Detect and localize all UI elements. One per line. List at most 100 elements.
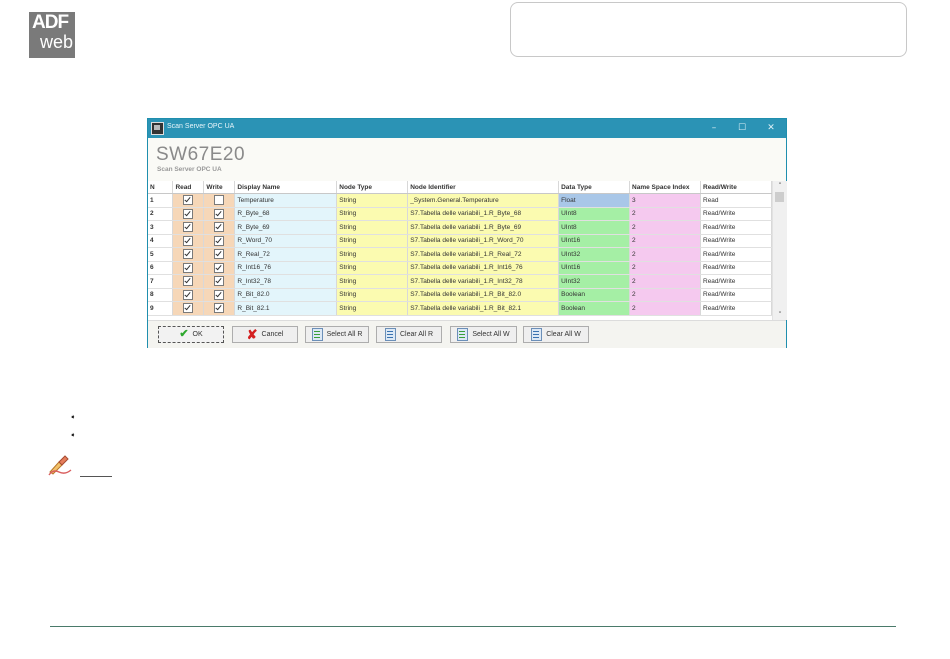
name-space-index-cell[interactable]: 2 (629, 207, 701, 221)
write-cell[interactable] (203, 207, 236, 221)
display-name-cell[interactable]: Temperature (234, 193, 338, 208)
node-identifier-cell[interactable]: S7.Tabella delle variabili_1.R_Int32_78 (407, 274, 560, 289)
select-all-w-button[interactable]: Select All W (450, 326, 517, 343)
read-write-cell[interactable]: Read/Write (700, 288, 772, 302)
read-write-cell[interactable]: Read/Write (700, 207, 772, 221)
read-checkbox[interactable] (183, 249, 194, 260)
node-identifier-cell[interactable]: S7.Tabella delle variabili_1.R_Bit_82.1 (407, 301, 560, 316)
data-type-cell[interactable]: UInt8 (558, 220, 631, 235)
name-space-index-cell[interactable]: 3 (629, 193, 701, 208)
write-checkbox[interactable] (214, 208, 225, 219)
col-header-read[interactable]: Read (172, 181, 205, 194)
read-checkbox[interactable] (183, 195, 194, 206)
name-space-index-cell[interactable]: 2 (629, 247, 701, 262)
read-cell[interactable] (172, 301, 205, 316)
data-type-cell[interactable]: UInt8 (558, 207, 631, 221)
read-write-cell[interactable]: Read (700, 193, 772, 208)
read-write-cell[interactable]: Read/Write (700, 234, 772, 248)
write-cell[interactable] (203, 288, 236, 302)
clear-all-w-button[interactable]: Clear All W (523, 326, 589, 343)
scroll-up-arrow-icon[interactable]: ˄ (773, 181, 787, 191)
table-row[interactable]: 7 R_Int32_78 String S7.Tabella delle variab… (148, 274, 772, 289)
data-type-cell[interactable]: Float (558, 193, 631, 208)
read-write-cell[interactable]: Read/Write (700, 274, 772, 289)
table-row[interactable]: 3 R_Byte_69 String S7.Tabella delle variabi… (148, 220, 772, 235)
read-write-cell[interactable]: Read/Write (700, 220, 772, 235)
read-checkbox[interactable] (183, 289, 194, 300)
node-type-cell[interactable]: String (336, 234, 409, 248)
row-number[interactable]: 3 (148, 220, 174, 235)
col-header-write[interactable]: Write (203, 181, 236, 194)
name-space-index-cell[interactable]: 2 (629, 288, 701, 302)
col-header-name-space-index[interactable]: Name Space Index (629, 181, 701, 194)
node-type-cell[interactable]: String (336, 207, 409, 221)
name-space-index-cell[interactable]: 2 (629, 301, 701, 316)
display-name-cell[interactable]: R_Int32_78 (234, 274, 338, 289)
write-cell[interactable] (203, 234, 236, 248)
display-name-cell[interactable]: R_Int16_76 (234, 261, 338, 275)
read-cell[interactable] (172, 193, 205, 208)
table-row[interactable]: 2 R_Byte_68 String S7.Tabella delle variabi… (148, 207, 772, 221)
read-cell[interactable] (172, 247, 205, 262)
read-checkbox[interactable] (183, 208, 194, 219)
write-cell[interactable] (203, 247, 236, 262)
name-space-index-cell[interactable]: 2 (629, 220, 701, 235)
read-checkbox[interactable] (183, 276, 194, 287)
read-checkbox[interactable] (183, 235, 194, 246)
name-space-index-cell[interactable]: 2 (629, 274, 701, 289)
data-type-cell[interactable]: Boolean (558, 288, 631, 302)
row-number[interactable]: 1 (148, 193, 174, 208)
read-cell[interactable] (172, 261, 205, 275)
node-type-cell[interactable]: String (336, 261, 409, 275)
node-identifier-cell[interactable]: S7.Tabella delle variabili_1.R_Word_70 (407, 234, 560, 248)
read-checkbox[interactable] (183, 262, 194, 273)
maximize-button[interactable]: ☐ (732, 121, 752, 135)
display-name-cell[interactable]: R_Byte_68 (234, 207, 338, 221)
col-header-node-type[interactable]: Node Type (336, 181, 409, 194)
node-identifier-cell[interactable]: S7.Tabella delle variabili_1.R_Byte_69 (407, 220, 560, 235)
table-row[interactable]: 9 R_Bit_82.1 String S7.Tabella delle variab… (148, 301, 772, 316)
node-identifier-cell[interactable]: S7.Tabella delle variabili_1.R_Byte_68 (407, 207, 560, 221)
write-cell[interactable] (203, 301, 236, 316)
write-cell[interactable] (203, 274, 236, 289)
scroll-thumb[interactable] (775, 192, 784, 202)
data-type-cell[interactable]: UInt32 (558, 247, 631, 262)
node-type-cell[interactable]: String (336, 274, 409, 289)
table-row[interactable]: 8 R_Bit_82.0 String S7.Tabella delle variab… (148, 288, 772, 302)
row-number[interactable]: 4 (148, 234, 174, 248)
ok-button[interactable]: ✔ OK (158, 326, 224, 343)
name-space-index-cell[interactable]: 2 (629, 261, 701, 275)
table-row[interactable]: 5 R_Real_72 String S7.Tabella delle variabi… (148, 247, 772, 262)
display-name-cell[interactable]: R_Byte_69 (234, 220, 338, 235)
scroll-down-arrow-icon[interactable]: ˅ (773, 310, 787, 320)
display-name-cell[interactable]: R_Bit_82.0 (234, 288, 338, 302)
clear-all-r-button[interactable]: Clear All R (376, 326, 442, 343)
col-header-data-type[interactable]: Data Type (558, 181, 631, 194)
node-type-cell[interactable]: String (336, 301, 409, 316)
close-button[interactable]: ✕ (761, 121, 781, 135)
read-checkbox[interactable] (183, 222, 194, 233)
read-write-cell[interactable]: Read/Write (700, 261, 772, 275)
data-type-cell[interactable]: UInt32 (558, 274, 631, 289)
display-name-cell[interactable]: R_Word_70 (234, 234, 338, 248)
row-number[interactable]: 7 (148, 274, 174, 289)
display-name-cell[interactable]: R_Real_72 (234, 247, 338, 262)
write-checkbox[interactable] (214, 289, 225, 300)
write-checkbox[interactable] (214, 303, 225, 314)
node-identifier-cell[interactable]: S7.Tabella delle variabili_1.R_Int16_76 (407, 261, 560, 275)
data-type-cell[interactable]: Boolean (558, 301, 631, 316)
node-type-cell[interactable]: String (336, 193, 409, 208)
read-cell[interactable] (172, 220, 205, 235)
row-number[interactable]: 9 (148, 301, 174, 316)
table-row[interactable]: 4 R_Word_70 String S7.Tabella delle variabi… (148, 234, 772, 248)
read-write-cell[interactable]: Read/Write (700, 301, 772, 316)
write-checkbox[interactable] (214, 262, 225, 273)
col-header-node-identifier[interactable]: Node Identifier (407, 181, 560, 194)
data-type-cell[interactable]: UInt16 (558, 261, 631, 275)
table-row[interactable]: 6 R_Int16_76 String S7.Tabella delle variab… (148, 261, 772, 275)
row-number[interactable]: 5 (148, 247, 174, 262)
node-identifier-cell[interactable]: _System.General.Temperature (407, 193, 560, 208)
read-cell[interactable] (172, 288, 205, 302)
read-cell[interactable] (172, 234, 205, 248)
read-checkbox[interactable] (183, 303, 194, 314)
